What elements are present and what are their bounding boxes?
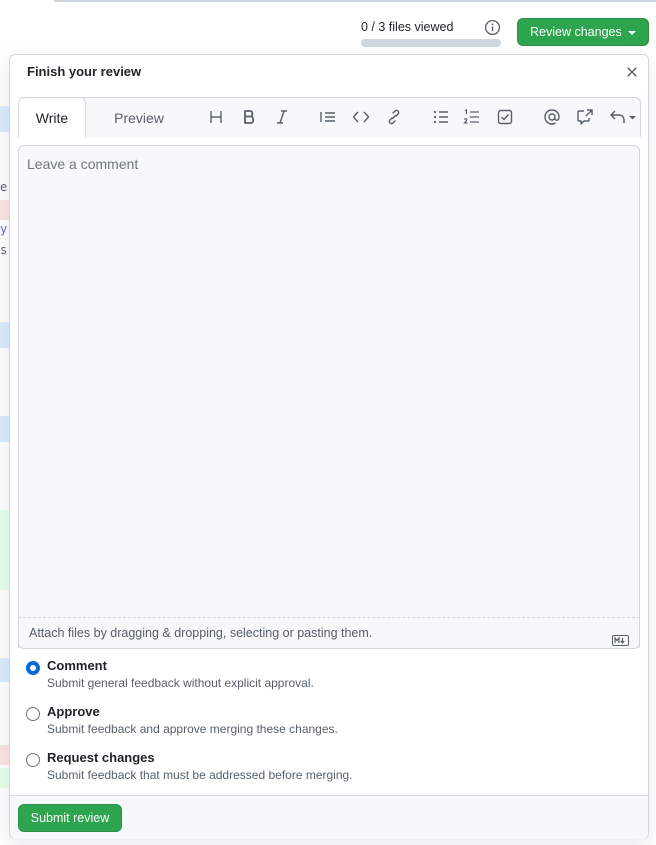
option-description: Submit general feedback without explicit… <box>47 676 314 690</box>
tab-preview[interactable]: Preview <box>99 98 179 138</box>
option-label: Request changes <box>47 750 155 765</box>
caret-down-icon <box>628 31 636 35</box>
comment-editor <box>18 145 640 648</box>
approve-radio[interactable] <box>26 707 40 721</box>
attach-files-bar[interactable]: Attach files by dragging & dropping, sel… <box>18 617 640 649</box>
heading-icon[interactable] <box>207 108 225 126</box>
files-viewed-text: 0 / 3 files viewed <box>361 20 454 34</box>
code-icon[interactable] <box>352 108 370 126</box>
ordered-list-icon[interactable] <box>463 108 481 126</box>
dialog-footer: Submit review <box>10 795 648 839</box>
tab-write[interactable]: Write <box>18 97 86 138</box>
quote-icon[interactable] <box>319 108 337 126</box>
files-viewed-progress: 0 / 3 files viewed <box>361 19 501 47</box>
submit-review-button[interactable]: Submit review <box>18 804 122 832</box>
finish-review-dialog: Finish your review Write Preview Leave a… <box>9 54 649 839</box>
request-changes-radio[interactable] <box>26 753 40 767</box>
undo-icon[interactable] <box>609 108 637 126</box>
diff-fragment: y <box>0 222 8 236</box>
task-list-icon[interactable] <box>496 108 514 126</box>
editor-tabnav: Write Preview <box>18 97 641 138</box>
option-description: Submit feedback that must be addressed b… <box>47 768 353 782</box>
option-description: Submit feedback and approve merging thes… <box>47 722 338 736</box>
italic-icon[interactable] <box>273 108 291 126</box>
diff-fragment: s <box>0 243 8 257</box>
link-icon[interactable] <box>385 108 403 126</box>
cross-reference-icon[interactable] <box>576 108 594 126</box>
review-changes-label: Review changes <box>530 25 622 39</box>
info-icon[interactable] <box>484 19 501 36</box>
dialog-title: Finish your review <box>27 64 142 79</box>
comment-radio[interactable] <box>26 661 40 675</box>
bold-icon[interactable] <box>240 108 258 126</box>
page-divider <box>54 0 656 2</box>
option-label: Approve <box>47 704 100 719</box>
files-viewed-bar <box>361 39 501 47</box>
mention-icon[interactable] <box>543 108 561 126</box>
markdown-icon[interactable] <box>612 627 629 646</box>
review-changes-button[interactable]: Review changes <box>517 18 649 46</box>
unordered-list-icon[interactable] <box>432 108 450 126</box>
close-icon[interactable] <box>625 65 639 79</box>
option-label: Comment <box>47 658 107 673</box>
comment-textarea[interactable] <box>19 146 639 648</box>
attach-files-text: Attach files by dragging & dropping, sel… <box>29 626 373 640</box>
